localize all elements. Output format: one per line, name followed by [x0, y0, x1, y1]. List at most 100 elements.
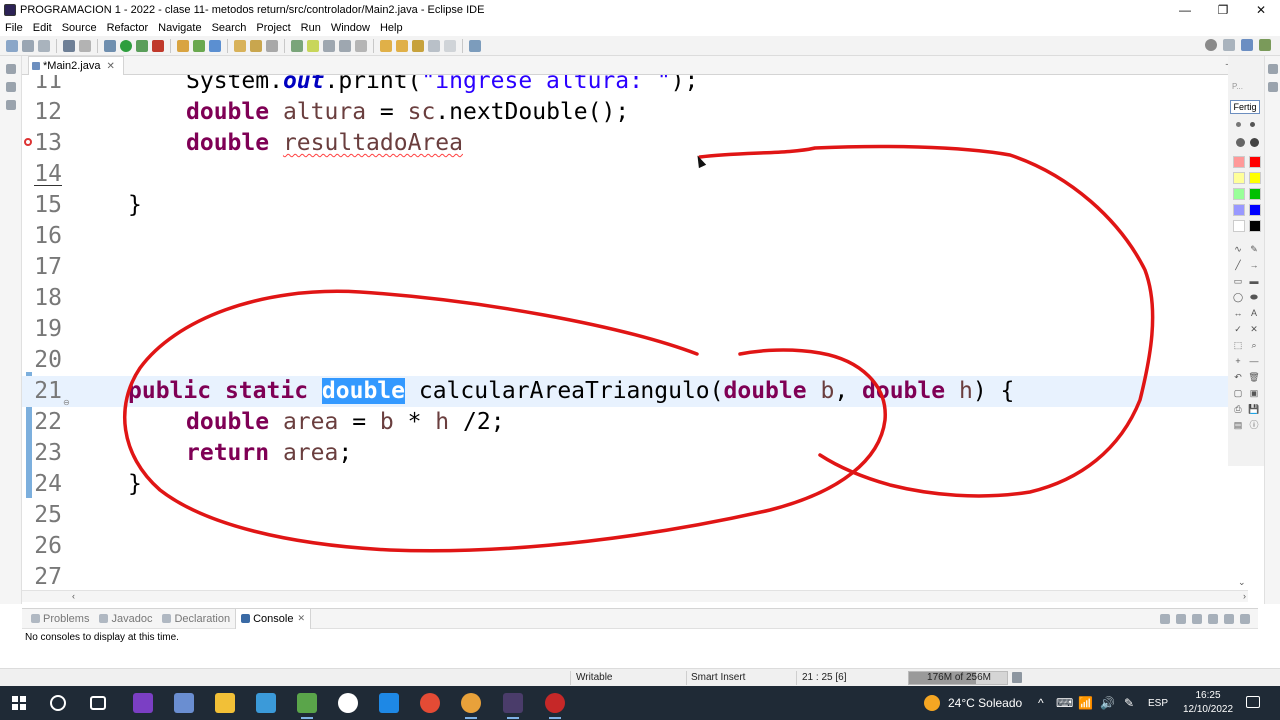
color-swatch[interactable]: [1249, 220, 1261, 232]
drawing-tool-icon[interactable]: ╱: [1232, 260, 1244, 270]
task-list-icon[interactable]: [1267, 82, 1278, 92]
tab-declaration[interactable]: Declaration: [157, 609, 235, 629]
pen-size-option[interactable]: [1236, 138, 1245, 147]
drawing-tool-icon[interactable]: ∿: [1232, 244, 1244, 254]
package-explorer-icon[interactable]: [5, 82, 16, 92]
code-line-15[interactable]: 15}: [22, 190, 1238, 221]
menu-project[interactable]: Project: [251, 22, 295, 34]
drawing-tool-icon[interactable]: ▣: [1248, 388, 1260, 398]
task-view-icon[interactable]: [90, 696, 106, 710]
drawing-tool-icon[interactable]: ↔: [1232, 308, 1244, 318]
drawing-tool-icon[interactable]: →: [1248, 260, 1260, 270]
windows-start-icon[interactable]: [12, 696, 26, 710]
menu-run[interactable]: Run: [296, 22, 326, 34]
menu-edit[interactable]: Edit: [28, 22, 57, 34]
drawing-tool-icon[interactable]: A: [1248, 308, 1260, 318]
color-swatch[interactable]: [1249, 188, 1261, 200]
drawing-tool-icon[interactable]: 🗑: [1248, 372, 1260, 382]
pin-editor-icon[interactable]: [469, 39, 481, 52]
drawing-tool-icon[interactable]: ◯: [1232, 292, 1244, 302]
code-line-21[interactable]: 21 ⊖ public static double calcularAreaTria…: [22, 376, 1238, 407]
show-whitespace-icon[interactable]: [323, 39, 335, 52]
new-class-icon[interactable]: [209, 39, 221, 52]
menu-search[interactable]: Search: [207, 22, 252, 34]
last-edit-location-icon[interactable]: [412, 39, 424, 52]
outline-icon[interactable]: [1267, 64, 1278, 74]
code-line-13[interactable]: 13 double resultadoArea: [22, 128, 1238, 159]
menu-help[interactable]: Help: [375, 22, 408, 34]
postgresql-icon[interactable]: [174, 693, 194, 713]
status-insert-mode[interactable]: Smart Insert: [691, 672, 745, 683]
code-line-26[interactable]: 26: [22, 531, 1238, 562]
open-task-icon[interactable]: [250, 39, 262, 52]
pen-size-option[interactable]: [1250, 122, 1255, 127]
keyboard-icon[interactable]: ⌨: [1056, 696, 1073, 710]
system-clock[interactable]: 16:25 12/10/2022: [1180, 689, 1236, 717]
drawing-tool-icon[interactable]: ▢: [1232, 388, 1244, 398]
maximize-button[interactable]: ❐: [1204, 0, 1242, 20]
weather-text[interactable]: 24°C Soleado: [948, 696, 1022, 710]
drawing-tool-icon[interactable]: ⬬: [1248, 292, 1260, 302]
color-swatch[interactable]: [1249, 204, 1261, 216]
language-indicator[interactable]: ESP: [1148, 698, 1168, 709]
new-icon[interactable]: [6, 39, 18, 52]
coverage-icon[interactable]: [136, 39, 148, 52]
color-swatch[interactable]: [1249, 156, 1261, 168]
code-editor[interactable]: 11 System.out.print("ingrese altura: "); 1…: [22, 75, 1238, 590]
close-console-icon[interactable]: ✕: [297, 613, 305, 624]
drawing-tool-icon[interactable]: ✎: [1248, 244, 1260, 254]
code-line-17[interactable]: 17: [22, 252, 1238, 283]
previous-annotation-icon[interactable]: [396, 39, 408, 52]
code-line-22[interactable]: 22 double area = b * h /2;: [22, 407, 1238, 438]
display-console-icon[interactable]: [1176, 614, 1186, 624]
scroll-right-icon[interactable]: ›: [1243, 591, 1246, 601]
code-line-24[interactable]: 24}: [22, 469, 1238, 500]
app-icon[interactable]: [256, 693, 276, 713]
file-explorer-icon[interactable]: [215, 693, 235, 713]
wordpad-icon[interactable]: [338, 693, 358, 713]
color-swatch[interactable]: [1233, 220, 1245, 232]
maximize-panel-icon[interactable]: [1240, 614, 1250, 624]
code-line-14[interactable]: 14: [22, 159, 1238, 190]
volume-icon[interactable]: 🔊: [1100, 696, 1115, 710]
save-icon[interactable]: [22, 39, 34, 52]
next-annotation-icon[interactable]: [380, 39, 392, 52]
minimize-button[interactable]: —: [1166, 0, 1204, 20]
drawing-tool-icon[interactable]: ⬚: [1232, 340, 1244, 350]
drawing-tool-icon[interactable]: ✓: [1232, 324, 1244, 334]
drawing-tool-icon[interactable]: 💾: [1248, 404, 1260, 414]
search-icon[interactable]: [1205, 39, 1217, 51]
menu-navigate[interactable]: Navigate: [153, 22, 206, 34]
scroll-down-icon[interactable]: ⌄: [1238, 577, 1246, 588]
toggle-highlight-icon[interactable]: [307, 39, 319, 52]
save-all-icon[interactable]: [38, 39, 50, 52]
visual-studio-icon[interactable]: [133, 693, 153, 713]
open-type-icon[interactable]: [234, 39, 246, 52]
close-button[interactable]: ✕: [1242, 0, 1280, 20]
garbage-collect-icon[interactable]: [1012, 672, 1022, 683]
drawing-tool-icon[interactable]: ▭: [1232, 276, 1244, 286]
drawing-tool-icon[interactable]: ⓘ: [1248, 420, 1260, 430]
notepad-plus-icon[interactable]: [297, 693, 317, 719]
drawing-tool-icon[interactable]: +: [1232, 356, 1244, 366]
debug-icon[interactable]: [104, 39, 116, 52]
chrome-icon[interactable]: [420, 693, 440, 713]
block-selection-icon[interactable]: [339, 39, 351, 52]
pin-console-icon[interactable]: [1192, 614, 1202, 624]
code-line-16[interactable]: 16: [22, 221, 1238, 252]
menu-file[interactable]: File: [0, 22, 28, 34]
vscode-icon[interactable]: [379, 693, 399, 713]
menu-source[interactable]: Source: [57, 22, 102, 34]
search-toolbar-icon[interactable]: [266, 39, 278, 52]
external-tools-icon[interactable]: [152, 39, 164, 52]
run-icon[interactable]: [120, 39, 132, 52]
color-swatch[interactable]: [1233, 204, 1245, 216]
show-hidden-icons-icon[interactable]: ^: [1038, 696, 1044, 710]
drawing-tool-icon[interactable]: ↶: [1232, 372, 1244, 382]
forward-icon[interactable]: [444, 39, 456, 52]
color-swatch[interactable]: [1233, 172, 1245, 184]
open-perspective-icon[interactable]: [1223, 39, 1235, 51]
tab-main2-java[interactable]: *Main2.java ✕: [28, 56, 124, 75]
color-swatch[interactable]: [1233, 188, 1245, 200]
menu-window[interactable]: Window: [326, 22, 375, 34]
